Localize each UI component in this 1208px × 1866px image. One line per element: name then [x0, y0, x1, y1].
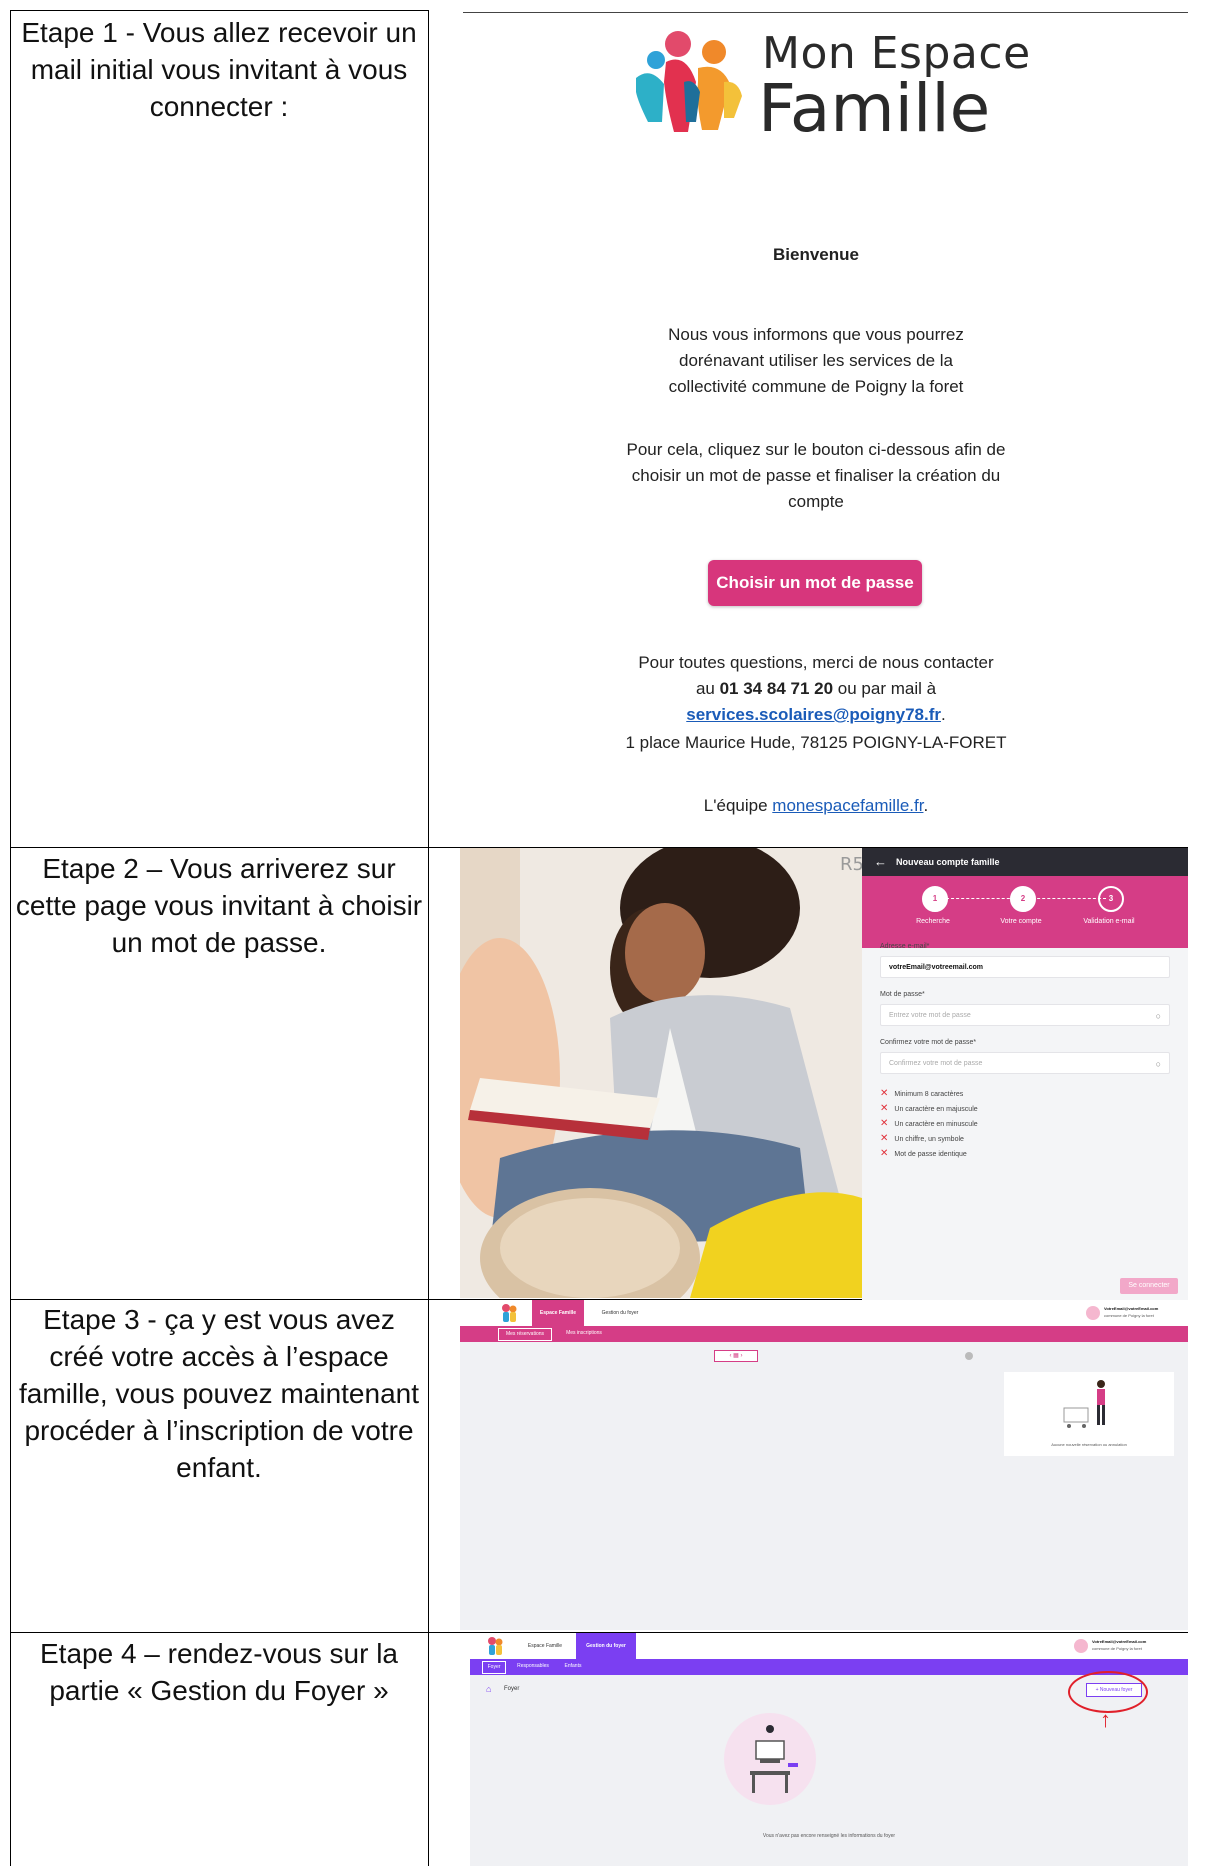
password-rule: ✕ Un caractère en majuscule — [880, 1103, 978, 1114]
shopping-cart-illustration — [1063, 1380, 1105, 1428]
calendar-icon[interactable]: ▦ — [733, 1353, 739, 1359]
password-rule: ✕ Un chiffre, un symbole — [880, 1133, 964, 1144]
section-title: Foyer — [504, 1686, 520, 1692]
email-label: Adresse e-mail* — [880, 943, 930, 950]
subtab-mes-reservations[interactable]: Mes réservations — [498, 1328, 552, 1341]
table-border-top-right — [463, 12, 1188, 13]
tab-espace-famille[interactable]: Espace Famille — [518, 1633, 572, 1659]
eye-off-icon[interactable]: ○ — [1156, 1005, 1161, 1027]
password-placeholder: Entrez votre mot de passe — [889, 1012, 971, 1019]
user-commune: commune de Poigny la foret — [1104, 1313, 1154, 1318]
password-rule: ✕ Minimum 8 caractères — [880, 1088, 963, 1099]
stepper-dot-3: 3 — [1098, 886, 1124, 912]
contact-phone: 01 34 84 71 20 — [719, 679, 834, 698]
login-button[interactable]: Se connecter — [1120, 1278, 1178, 1294]
panel-header: ← Nouveau compte famille — [862, 848, 1188, 876]
photo-background-letters: R5 — [840, 854, 862, 875]
rule-text: Mot de passe identique — [894, 1151, 967, 1158]
step-1-text: Etape 1 - Vous allez recevoir un mail in… — [21, 17, 417, 122]
rule-text: Un caractère en majuscule — [894, 1106, 978, 1113]
stepper-label-3: Validation e-mail — [1083, 918, 1135, 925]
app-logo-icon — [502, 1304, 517, 1322]
stepper-label-2: Votre compte — [1000, 918, 1042, 925]
email-contact: Pour toutes questions, merci de nous con… — [638, 653, 994, 724]
signature-text: L'équipe — [703, 796, 768, 815]
stepper-dot-1: 1 — [922, 886, 948, 912]
email-field[interactable]: votreEmail@votreemail.com — [880, 956, 1170, 978]
arrow-left-icon[interactable]: ← — [874, 848, 887, 876]
email-greeting: Bienvenue — [773, 245, 859, 264]
photo-illustration: R5 — [460, 848, 862, 1298]
family-logo-icon — [636, 31, 742, 132]
panel-title: Nouveau compte famille — [896, 857, 1000, 867]
website-link[interactable]: monespacefamille.fr — [772, 796, 923, 815]
email-paragraph-2: Pour cela, cliquez sur le bouton ci-dess… — [626, 440, 1006, 511]
subtab-enfants[interactable]: Enfants — [558, 1661, 588, 1672]
new-account-panel: ← Nouveau compte famille 1 2 3 Recherche… — [862, 848, 1188, 1300]
table-column-divider — [428, 10, 429, 1866]
user-email: VotreEmail@votreEmail.com — [1092, 1639, 1147, 1644]
cross-icon: ✕ — [880, 1133, 889, 1144]
subnav-bar: Foyer Responsables Enfants — [470, 1659, 1188, 1675]
tab-gestion-du-foyer[interactable]: Gestion du foyer — [590, 1300, 650, 1326]
app-logo-icon — [488, 1637, 503, 1655]
confirm-password-label: Confirmez votre mot de passe* — [880, 1039, 977, 1046]
password-rule: ✕ Un caractère en minuscule — [880, 1118, 978, 1129]
espace-famille-screen: Espace Famille Gestion du foyer VotreEma… — [460, 1300, 1188, 1630]
confirm-password-placeholder: Confirmez votre mot de passe — [889, 1060, 983, 1067]
cross-icon: ✕ — [880, 1103, 889, 1114]
email-paragraph-1: Nous vous informons que vous pourrez dor… — [668, 325, 964, 396]
password-rule: ✕ Mot de passe identique — [880, 1148, 967, 1159]
user-avatar[interactable] — [1074, 1639, 1088, 1653]
stepper-dot-2: 2 — [1010, 886, 1036, 912]
choose-password-button[interactable]: Choisir un mot de passe — [708, 560, 922, 606]
subtab-foyer[interactable]: Foyer — [482, 1661, 506, 1674]
woman-reading-photo: R5 — [460, 848, 862, 1298]
confirm-password-field[interactable]: Confirmez votre mot de passe ○ — [880, 1052, 1170, 1074]
empty-reservations-card: Aucune nouvelle réservation ou annulatio… — [1004, 1372, 1174, 1456]
user-commune: commune de Poigny la foret — [1092, 1646, 1142, 1651]
contact-email-link[interactable]: services.scolaires@poigny78.fr — [686, 705, 941, 724]
cross-icon: ✕ — [880, 1088, 889, 1099]
eye-off-icon[interactable]: ○ — [1156, 1053, 1161, 1075]
date-navigator[interactable]: ‹ ▦ › — [714, 1350, 758, 1362]
arrow-up-icon: ↑ — [1100, 1707, 1111, 1732]
step-2-text: Etape 2 – Vous arriverez sur cette page … — [15, 853, 423, 958]
tab-gestion-du-foyer[interactable]: Gestion du foyer — [576, 1633, 636, 1659]
table-border-left — [10, 10, 11, 1866]
table-border-top — [10, 10, 428, 11]
rule-text: Un caractère en minuscule — [894, 1121, 978, 1128]
loading-dot — [965, 1352, 973, 1360]
empty-household-text: Vous n'avez pas encore renseigné les inf… — [762, 1833, 896, 1839]
email-signature: L'équipe monespacefamille.fr. — [703, 796, 929, 815]
house-icon: ⌂ — [486, 1684, 492, 1694]
gestion-du-foyer-screen: Espace Famille Gestion du foyer VotreEma… — [470, 1633, 1188, 1866]
tab-espace-famille[interactable]: Espace Famille — [532, 1300, 584, 1326]
rule-text: Minimum 8 caractères — [894, 1091, 964, 1098]
step-3-text: Etape 3 - ça y est vous avez créé votre … — [19, 1304, 419, 1483]
empty-reservations-text: Aucune nouvelle réservation ou annulatio… — [1051, 1442, 1127, 1447]
signup-stepper: 1 2 3 Recherche Votre compte Validation … — [862, 876, 1188, 948]
password-label: Mot de passe* — [880, 991, 925, 998]
subtab-responsables[interactable]: Responsables — [512, 1661, 554, 1672]
subtab-mes-inscriptions[interactable]: Mes inscriptions — [560, 1328, 608, 1339]
contact-text-mid: ou par mail à — [837, 679, 937, 698]
email-address: 1 place Maurice Hude, 78125 POIGNY-LA-FO… — [625, 733, 1007, 752]
chevron-left-icon[interactable]: ‹ — [729, 1353, 731, 1359]
cross-icon: ✕ — [880, 1118, 889, 1129]
step-4-text: Etape 4 – rendez-vous sur la partie « Ge… — [40, 1638, 398, 1706]
subnav-bar: Mes réservations Mes inscriptions — [460, 1326, 1188, 1342]
user-avatar[interactable] — [1086, 1306, 1100, 1320]
chevron-right-icon[interactable]: › — [741, 1353, 743, 1359]
user-email: VotreEmail@votreEmail.com — [1104, 1306, 1159, 1311]
password-field[interactable]: Entrez votre mot de passe ○ — [880, 1004, 1170, 1026]
stepper-label-1: Recherche — [916, 918, 950, 925]
empty-household-illustration — [724, 1713, 816, 1805]
logo-text-line2: Famille — [758, 70, 991, 147]
rule-text: Un chiffre, un symbole — [894, 1136, 964, 1143]
cross-icon: ✕ — [880, 1148, 889, 1159]
